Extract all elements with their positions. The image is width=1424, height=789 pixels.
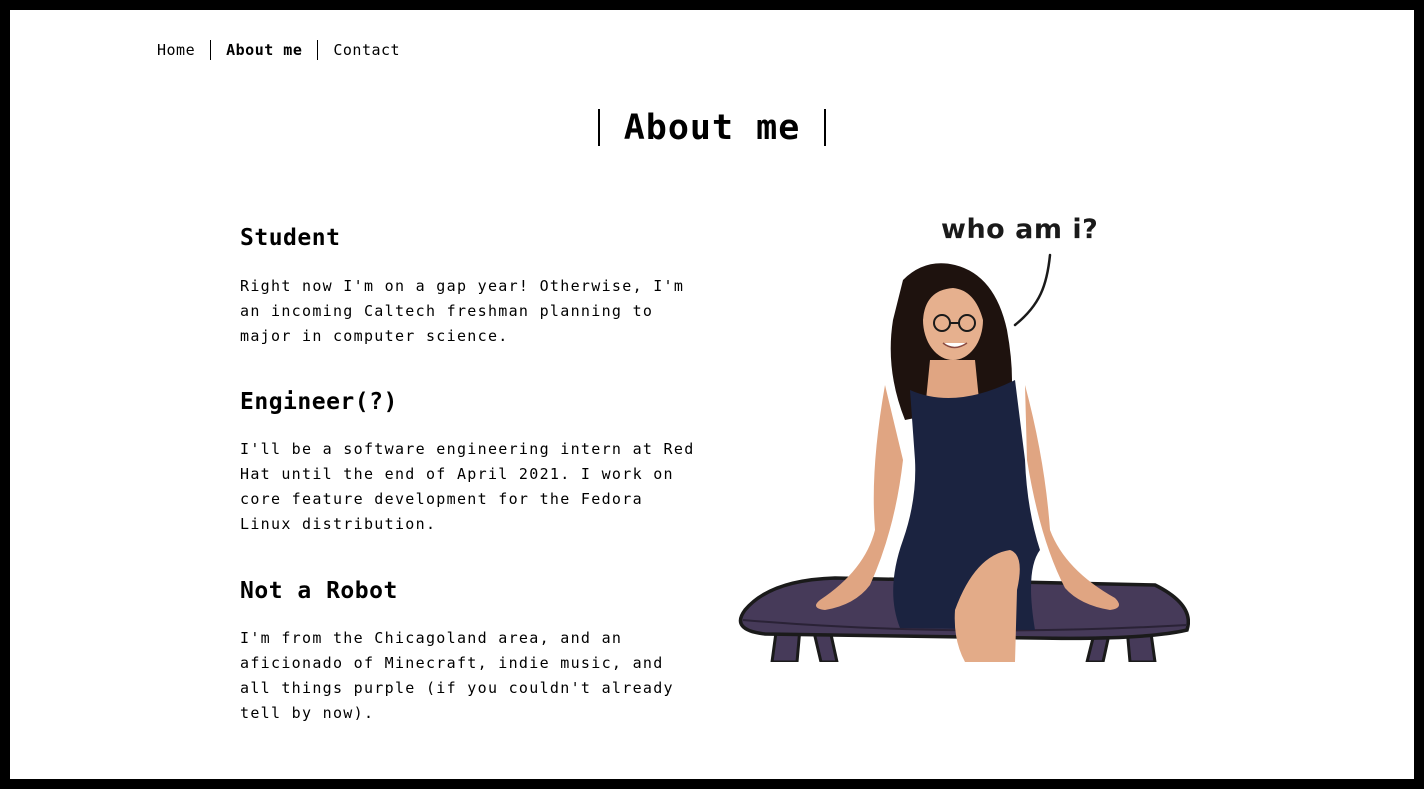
section-not-a-robot: Not a Robot I'm from the Chicagoland are… [240, 576, 700, 726]
section-body: I'll be a software engineering intern at… [240, 440, 695, 533]
nav-link-contact[interactable]: Contact [318, 40, 415, 60]
section-heading: Engineer(?) [240, 389, 398, 415]
page-title-frame: About me [598, 107, 826, 148]
top-nav: Home About me Contact [157, 40, 415, 60]
section-body: I'm from the Chicagoland area, and an af… [240, 629, 674, 722]
section-engineer: Engineer(?) I'll be a software engineeri… [240, 387, 700, 537]
section-body: Right now I'm on a gap year! Otherwise, … [240, 277, 685, 345]
nav-link-home[interactable]: Home [157, 40, 210, 60]
section-heading: Student [240, 225, 341, 251]
page-title: About me [623, 107, 801, 148]
nav-link-about[interactable]: About me [211, 40, 317, 60]
portrait-illustration [738, 253, 1190, 662]
section-heading: Not a Robot [240, 578, 398, 604]
section-student: Student Right now I'm on a gap year! Oth… [240, 223, 700, 349]
page: Home About me Contact About me Student R… [10, 10, 1414, 779]
speech-tail [1013, 253, 1052, 327]
